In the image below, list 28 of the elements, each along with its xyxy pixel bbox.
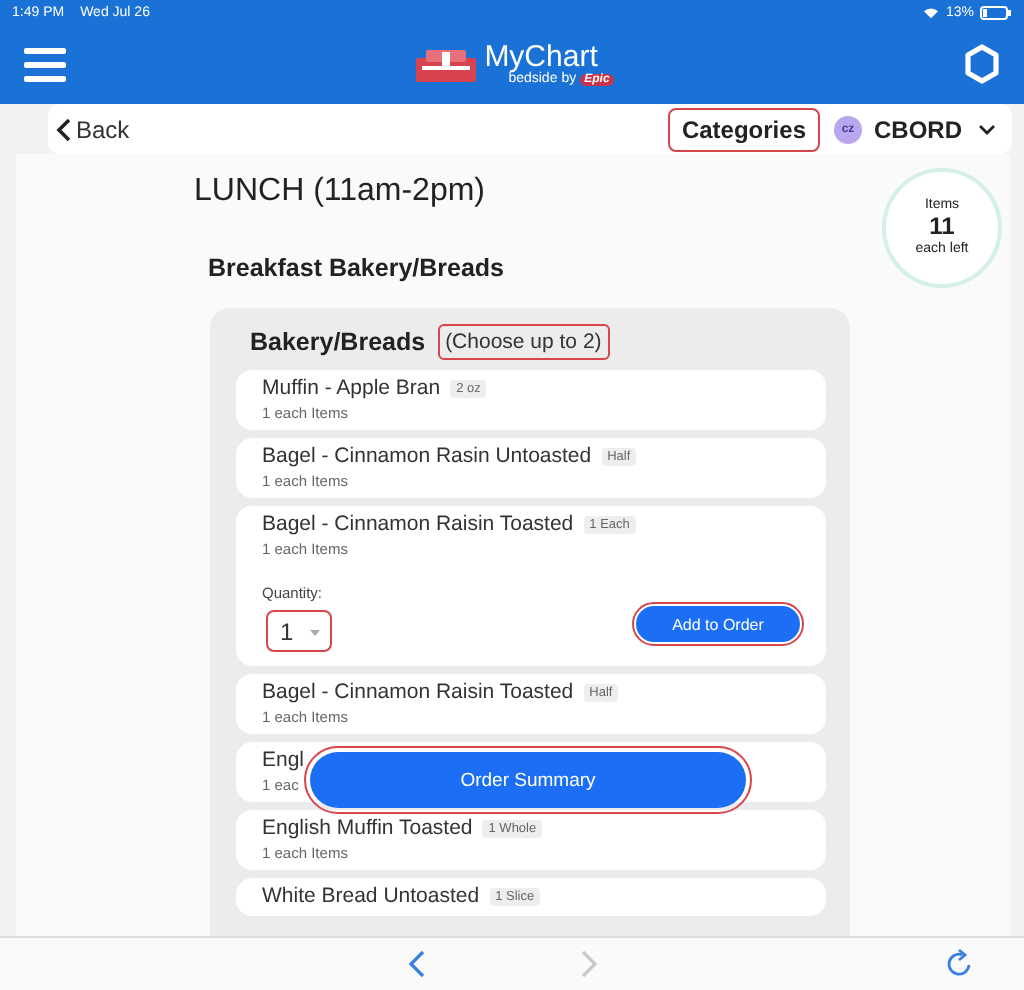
- order-summary-button[interactable]: Order Summary: [310, 752, 746, 808]
- logo-title: MyChart: [484, 42, 598, 72]
- back-chevron-icon: [56, 117, 72, 141]
- quantity-select[interactable]: 1: [270, 614, 328, 648]
- refresh-icon[interactable]: [946, 948, 974, 978]
- category-title: Bakery/Breads: [250, 328, 426, 356]
- back-button[interactable]: Back: [56, 115, 130, 143]
- bed-logo-icon: [416, 46, 477, 82]
- item-name: Muffin - Apple Bran: [262, 376, 441, 400]
- item-name: Bagel - Cinnamon Raisin Toasted: [262, 680, 574, 704]
- item-name: English Muffin Toasted: [262, 816, 473, 840]
- battery-icon: [980, 5, 1012, 19]
- item-name: Engl: [262, 748, 305, 772]
- account-dropdown[interactable]: CBORD: [874, 115, 996, 143]
- menu-icon[interactable]: [24, 47, 66, 81]
- caret-icon: [309, 629, 320, 635]
- wifi-icon: [921, 5, 940, 19]
- item-name: Bagel - Cinnamon Rasin Untoasted: [262, 444, 592, 468]
- settings-icon[interactable]: [963, 44, 1000, 84]
- chevron-down-icon: [978, 123, 996, 135]
- section-title: Breakfast Bakery/Breads: [208, 254, 505, 282]
- item-name: Bagel - Cinnamon Raisin Toasted: [262, 512, 574, 536]
- meal-title: LUNCH (11am-2pm): [194, 174, 486, 210]
- counter-value: 11: [929, 214, 955, 241]
- choice-limit: (Choose up to 2): [439, 326, 608, 358]
- add-to-order-button[interactable]: Add to Order: [636, 606, 800, 642]
- item-name: White Bread Untoasted: [262, 884, 480, 908]
- categories-button[interactable]: Categories: [669, 109, 818, 149]
